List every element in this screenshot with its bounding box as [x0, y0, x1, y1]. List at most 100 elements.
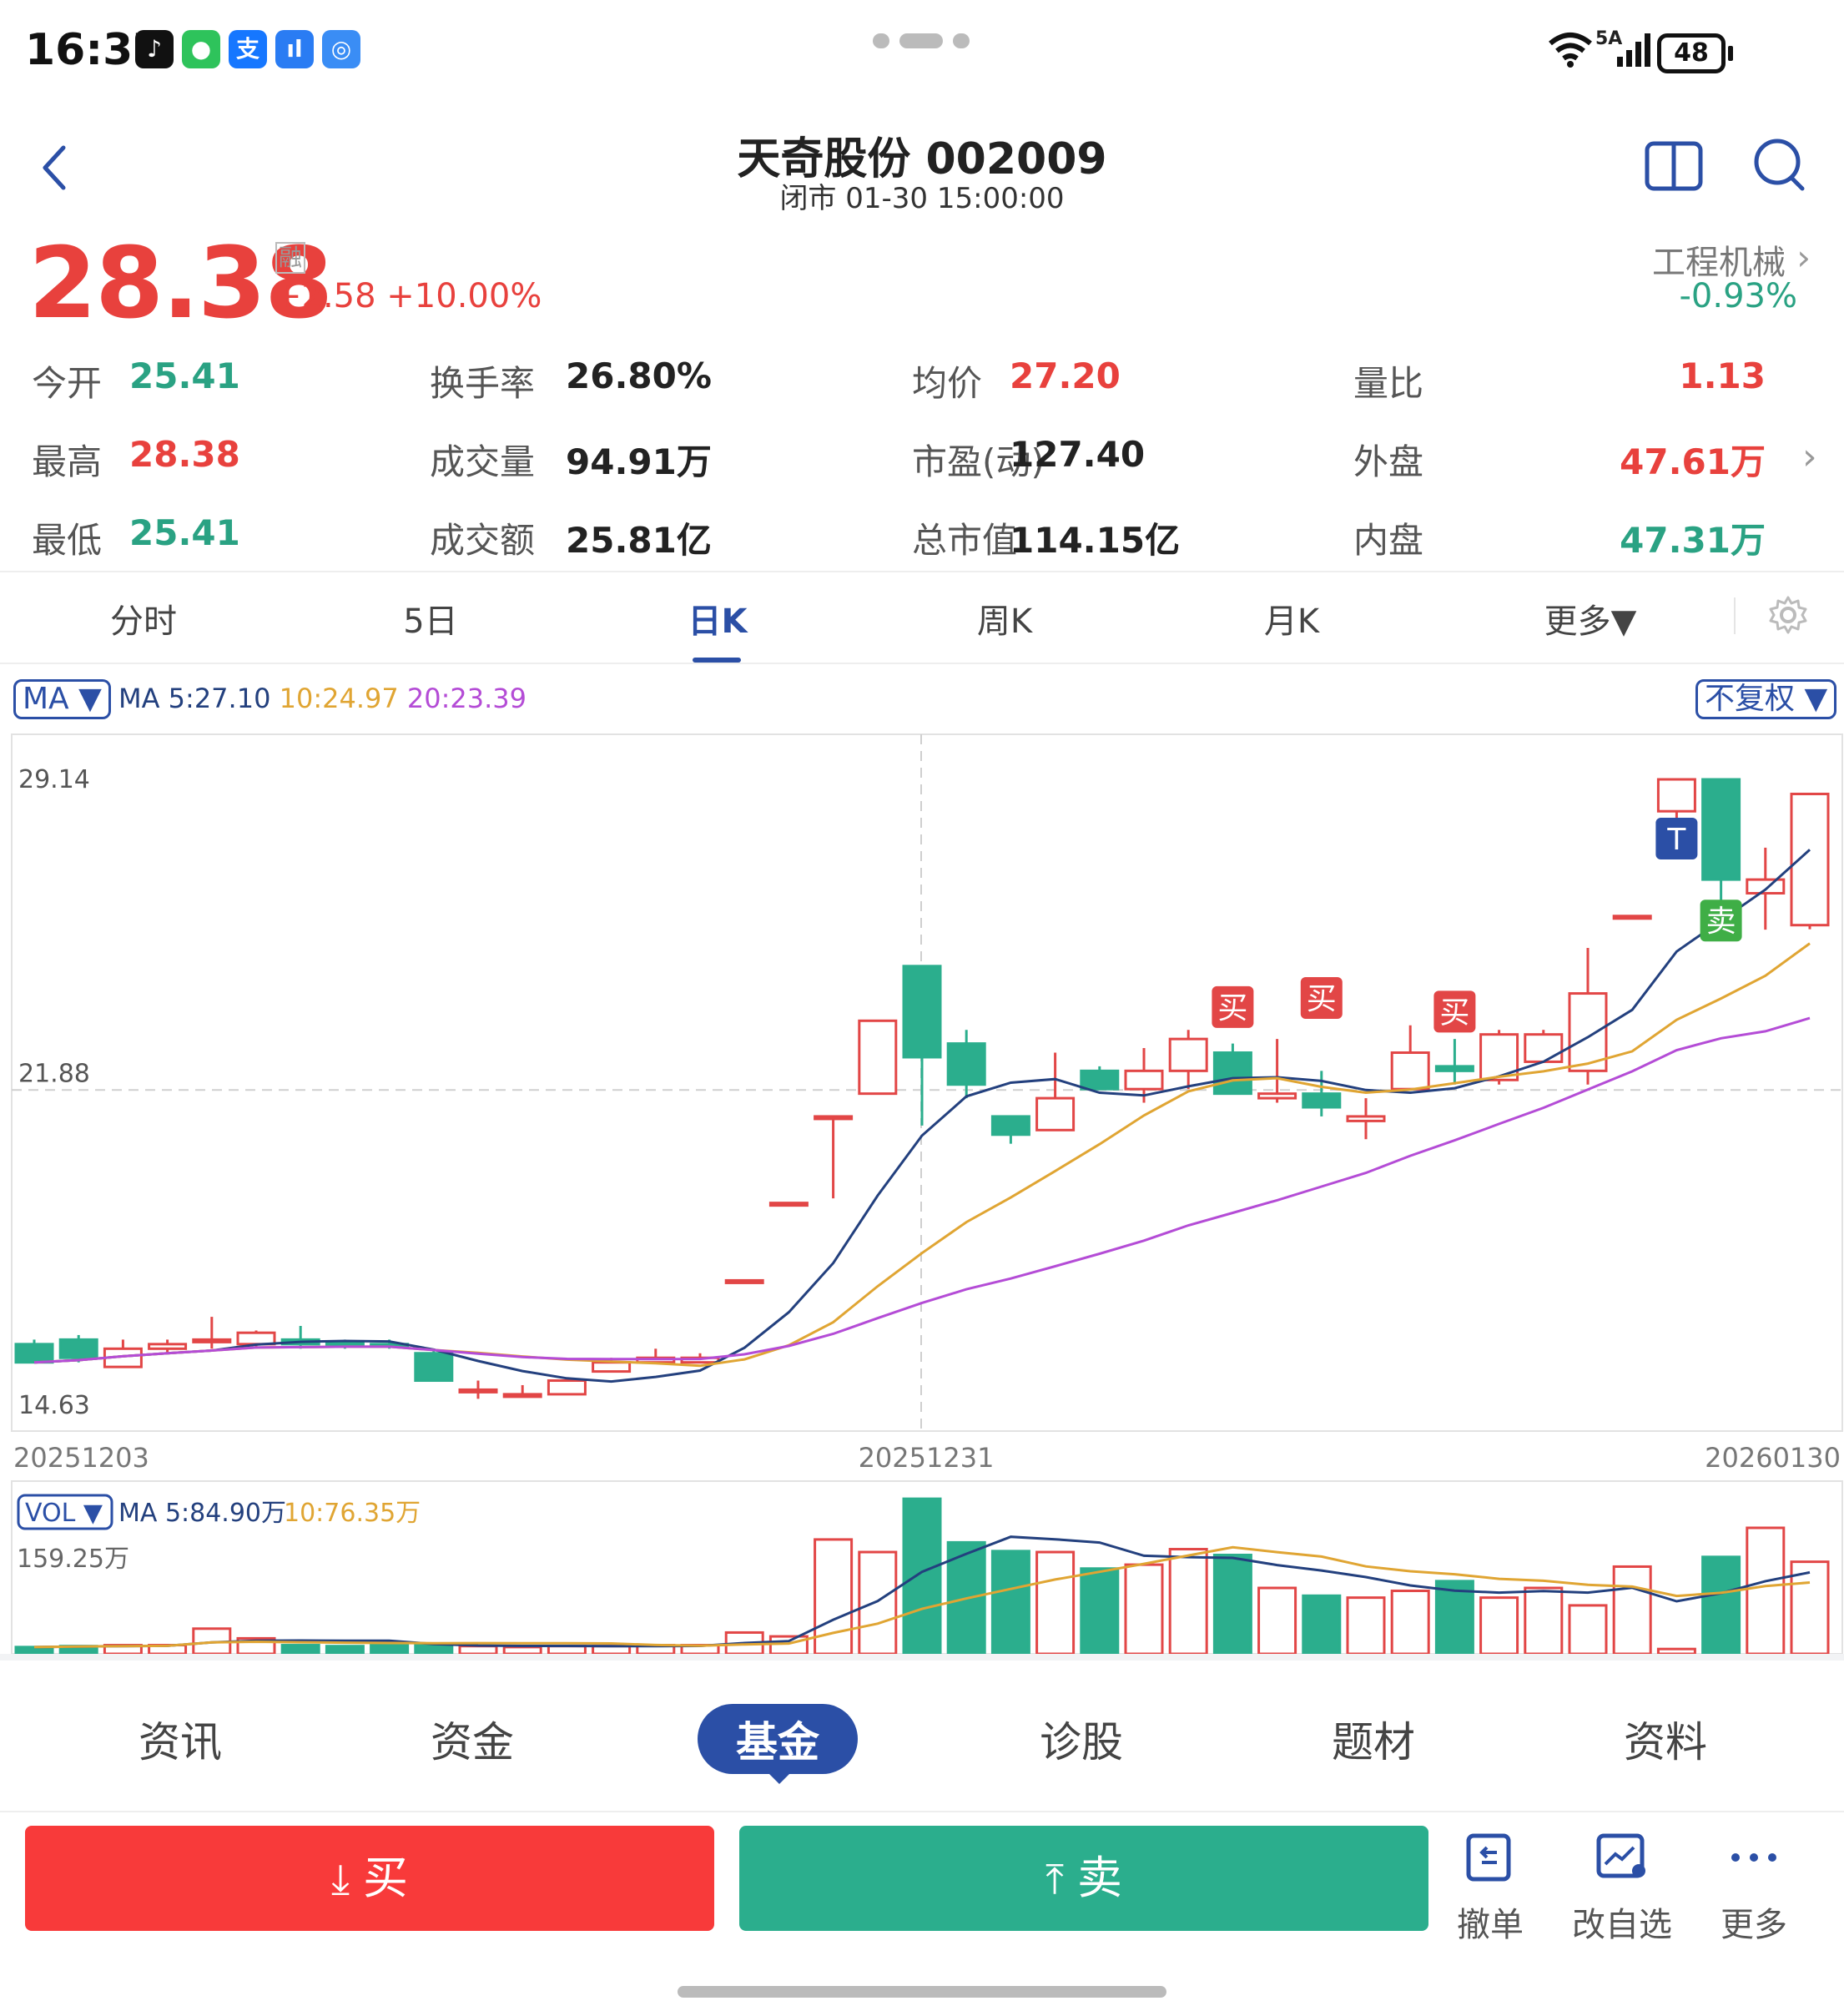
search-icon[interactable] — [1752, 135, 1807, 194]
volume-bar — [414, 1644, 454, 1656]
volume-bar — [858, 1550, 898, 1656]
x-tick-label: 20251231 — [859, 1442, 995, 1474]
divider — [0, 571, 1844, 572]
tab-bottom-2[interactable]: 基金 — [694, 1709, 861, 1769]
candle-body — [1434, 1065, 1474, 1072]
volume-bar — [370, 1644, 410, 1656]
more-dots-icon — [1731, 1853, 1776, 1862]
multiwindow-dot[interactable] — [953, 33, 970, 48]
edit-watchlist-button[interactable]: 改自选 — [1564, 1832, 1680, 1946]
candle-body — [58, 1338, 98, 1359]
tab-kline-1[interactable]: 5日 — [355, 594, 506, 643]
kline-chart[interactable]: 29.14 21.88 14.63 20251203 20251231 20260130 买… — [0, 726, 1844, 1661]
volume-bar — [1612, 1565, 1652, 1656]
wechat-icon: ● — [182, 30, 220, 68]
candle-body — [1168, 1037, 1208, 1072]
industry-change: -0.93% — [1679, 277, 1797, 315]
chevron-right-icon[interactable]: › — [1802, 436, 1817, 478]
price-panel-frame — [11, 733, 1843, 1432]
ma10-value: 10:24.97 — [279, 683, 399, 714]
candle-body — [1035, 1096, 1076, 1131]
market-status: 闭市 01-30 15:00:00 — [779, 182, 1065, 215]
vol-selector: VOL ▼ — [25, 1499, 103, 1528]
x-tick-label: 20251203 — [13, 1442, 149, 1474]
cancel-order-icon — [1466, 1833, 1511, 1882]
candle-body — [1612, 915, 1652, 920]
tab-bottom-0[interactable]: 资讯 — [97, 1709, 264, 1769]
voice-icon: ıl — [275, 30, 314, 68]
divider — [0, 1811, 1844, 1812]
candle-body — [547, 1379, 587, 1396]
tab-bottom-4[interactable]: 题材 — [1290, 1709, 1457, 1769]
tab-kline-2[interactable]: 日K — [642, 594, 793, 643]
volume-bar — [1302, 1594, 1342, 1656]
volume-bar — [1656, 1647, 1696, 1656]
tab-kline-0[interactable]: 分时 — [68, 594, 219, 643]
stat-value: 47.31万 — [1620, 520, 1766, 561]
candle-body — [236, 1331, 276, 1346]
tab-kline-4[interactable]: 月K — [1217, 594, 1367, 643]
volume-bar — [1524, 1586, 1564, 1656]
edit-watchlist-icon — [1596, 1833, 1645, 1878]
buy-button[interactable]: ⤓ 买 — [25, 1826, 714, 1931]
volume-bar — [1212, 1554, 1252, 1656]
tab-kline-5[interactable]: 更多▼ — [1515, 594, 1665, 643]
volume-bar — [1168, 1548, 1208, 1656]
buy-arrow-icon: ⤓ — [331, 1855, 363, 1903]
stat-value: 25.41 — [129, 355, 240, 396]
candle-body — [502, 1393, 542, 1399]
volume-bar — [990, 1550, 1030, 1656]
margin-badge: 融 — [275, 242, 306, 274]
tab-kline-3[interactable]: 周K — [930, 594, 1080, 643]
home-indicator[interactable] — [678, 1986, 1166, 1998]
tab-divider — [1734, 597, 1736, 634]
tab-bottom-3[interactable]: 诊股 — [998, 1709, 1165, 1769]
signal-label: 卖 — [1706, 905, 1736, 939]
ma20-value: 20:23.39 — [406, 683, 526, 714]
stat-label: 最高 — [32, 441, 103, 482]
stat-value: 28.38 — [129, 434, 240, 475]
adjust-selector[interactable]: 不复权 ▼ — [1695, 679, 1837, 719]
stat-value: 127.40 — [1010, 434, 1146, 475]
y-tick-label: 14.63 — [18, 1391, 90, 1420]
signal-label: 买 — [1439, 995, 1469, 1030]
stat-label: 均价 — [912, 363, 983, 404]
stat-label: 总市值 — [912, 520, 1018, 561]
candle-body — [1302, 1092, 1342, 1109]
hotspot-icon: ◎ — [322, 30, 360, 68]
signal-label: 买 — [1217, 991, 1247, 1026]
candle-body — [14, 1343, 54, 1364]
separator-band — [0, 1654, 1844, 1661]
candle-body — [990, 1115, 1030, 1137]
volume-bar — [1390, 1589, 1430, 1656]
candle-body — [1746, 878, 1786, 895]
volume-bar — [1701, 1555, 1741, 1656]
volume-bar — [458, 1645, 498, 1656]
vol-ma10: 10:76.35万 — [284, 1499, 421, 1528]
ma-selector[interactable]: MA ▼ — [13, 679, 111, 719]
multiwindow-dots[interactable] — [873, 33, 889, 48]
tab-bottom-5[interactable]: 资料 — [1582, 1709, 1749, 1769]
split-view-icon[interactable] — [1644, 140, 1704, 192]
more-button[interactable]: 更多 — [1695, 1832, 1812, 1946]
volume-bar — [768, 1635, 809, 1656]
stat-label: 内盘 — [1353, 520, 1424, 561]
volume-bar — [325, 1645, 365, 1656]
stat-label: 成交额 — [430, 520, 536, 561]
chevron-right-icon[interactable]: › — [1796, 237, 1811, 278]
wifi-icon — [1545, 30, 1595, 68]
volume-bar — [1568, 1604, 1608, 1656]
tool-label: 更多 — [1721, 1906, 1787, 1944]
sell-arrow-icon: ⤒ — [1045, 1855, 1077, 1903]
ma-values: MA 5:27.10 10:24.97 20:23.39 — [118, 683, 526, 714]
signal-label: 买 — [1307, 982, 1337, 1016]
gear-icon[interactable] — [1767, 594, 1809, 636]
candle-body — [458, 1388, 498, 1394]
tab-bottom-1[interactable]: 资金 — [389, 1709, 556, 1769]
stat-value: 25.41 — [129, 512, 240, 553]
multiwindow-handle[interactable] — [899, 33, 943, 48]
cancel-order-button[interactable]: 撤单 — [1432, 1832, 1549, 1946]
sell-button[interactable]: ⤒ 卖 — [739, 1826, 1428, 1931]
network-type: 5A — [1595, 28, 1623, 49]
x-tick-label: 20260130 — [1705, 1442, 1841, 1474]
